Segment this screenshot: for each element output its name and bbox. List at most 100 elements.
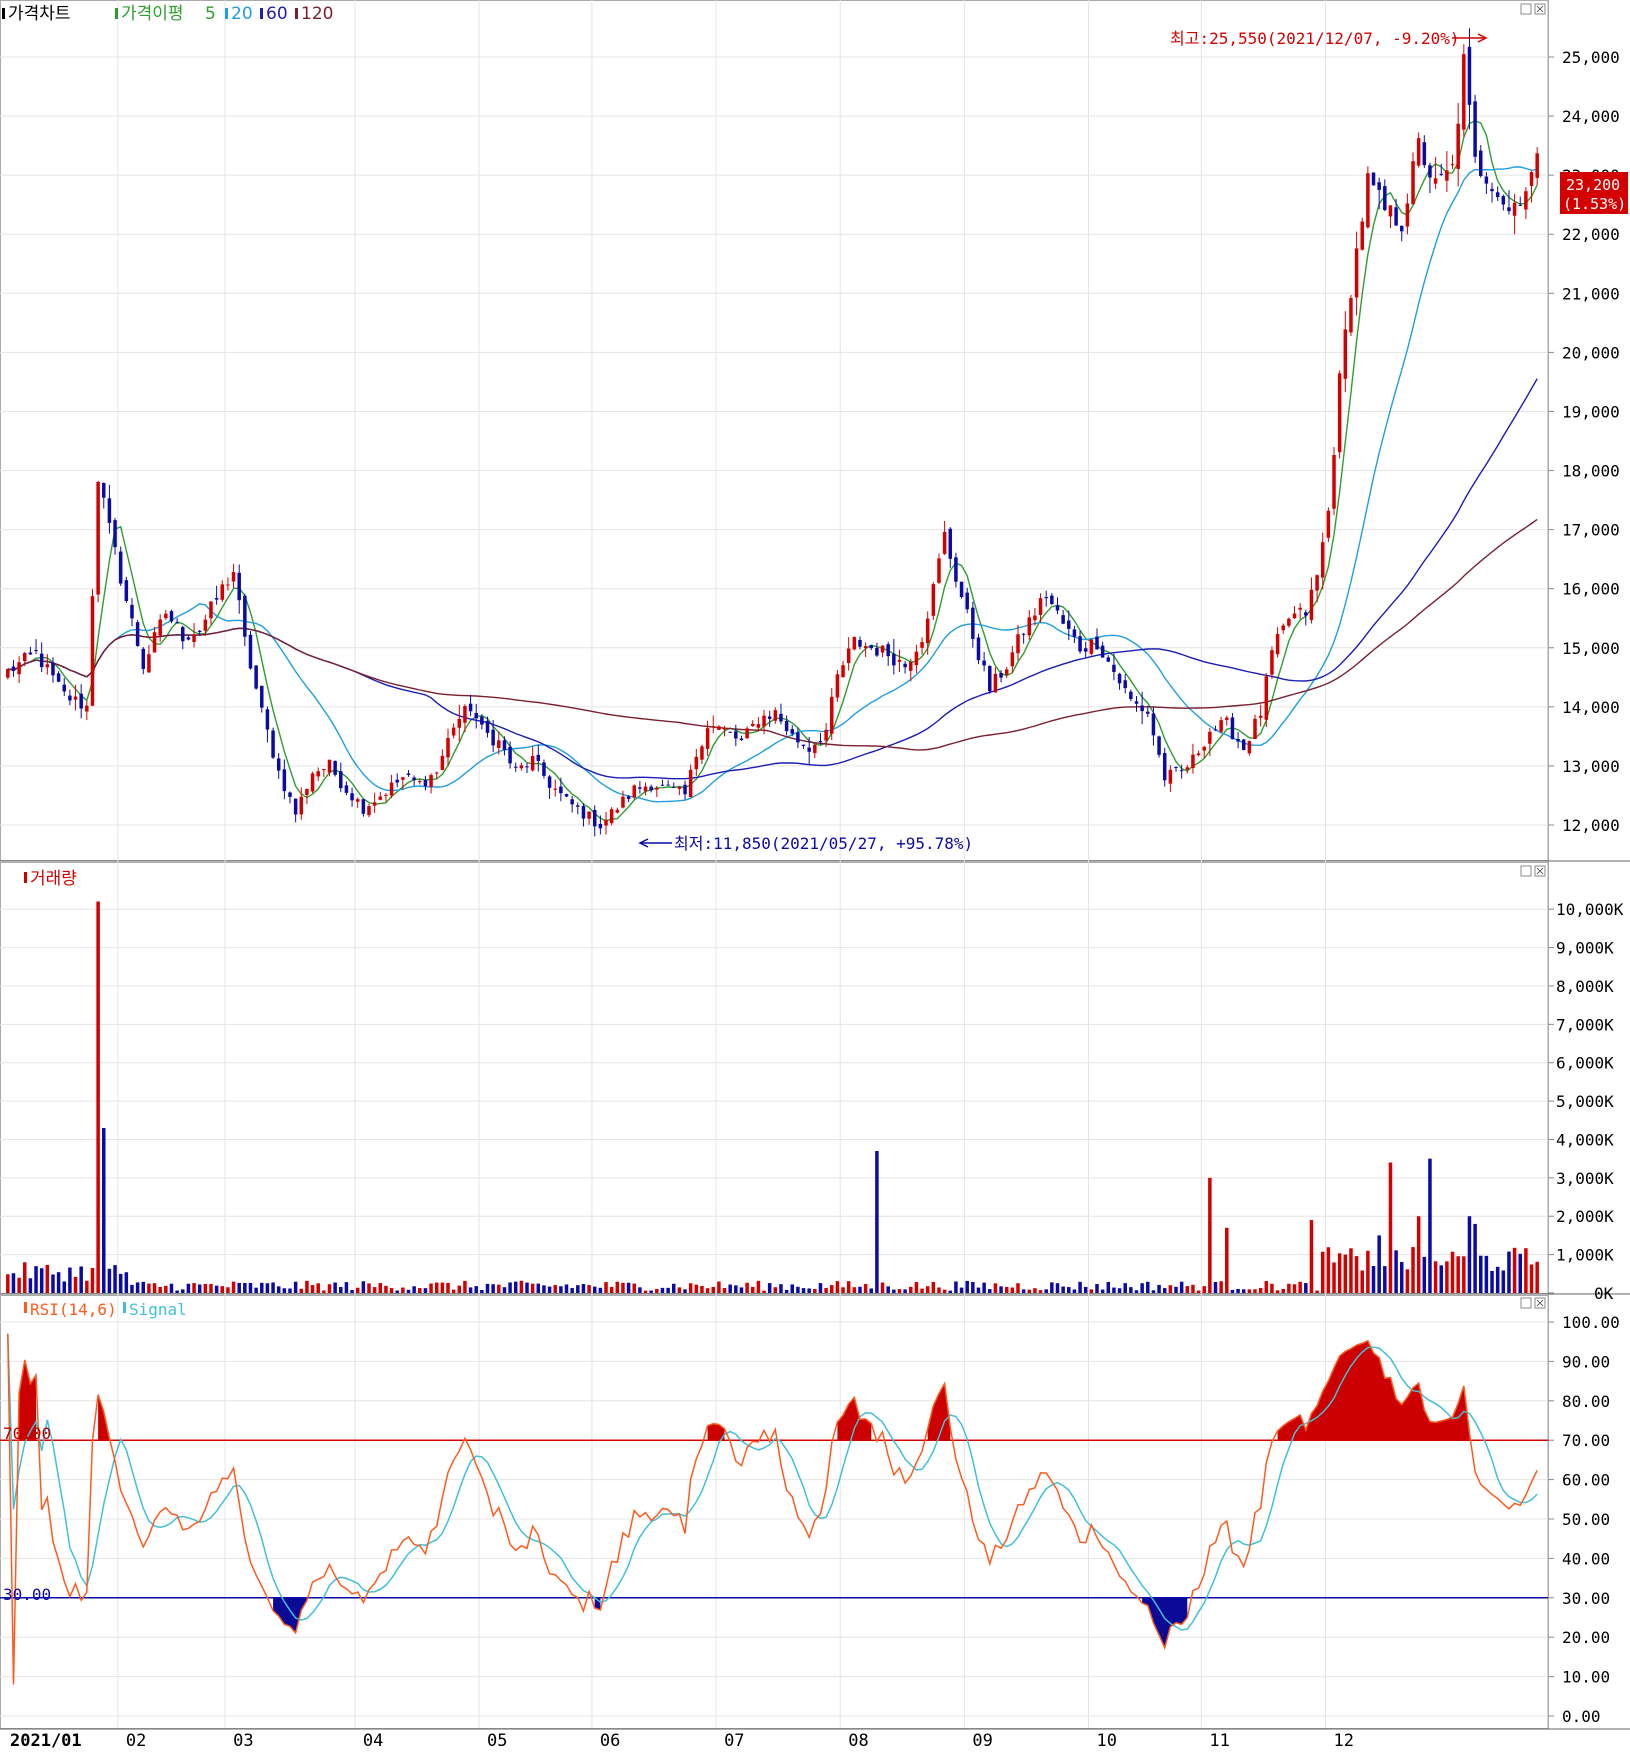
candle-body [1422,142,1427,166]
candle-body [937,558,941,583]
x-tick-label: 06 [600,1731,620,1751]
candle [260,685,264,713]
volume-bar [423,1288,428,1293]
volume-bar [1151,1290,1156,1293]
candle [942,520,947,556]
rsi-panel-buttons[interactable] [1520,1297,1546,1309]
stock-chart: 2021/01 02 03 04 05 06 07 08 09 10 11 12 12,000 13,00… [0,0,1630,1751]
candle [282,759,287,800]
volume-bar [750,1286,755,1293]
candle-body [705,728,710,749]
volume-bar [1383,1266,1387,1293]
price-tick-label: 15,000 [1562,639,1620,658]
rsi-line [7,1333,1538,1685]
candle [711,715,715,734]
candle [993,667,998,693]
volume-bar [1146,1281,1150,1293]
candle [1343,311,1348,393]
candle [79,684,83,719]
candle [310,771,315,794]
volume-bar [993,1283,998,1293]
volume-bar [1394,1250,1398,1293]
x-tick-label: 07 [724,1731,744,1751]
volume-bar [1388,1162,1393,1293]
volume-tick-label: 6,000K [1556,1054,1614,1073]
volume-bar [463,1280,467,1293]
candle-body [107,498,112,523]
volume-bar [1326,1247,1331,1293]
candle [1349,294,1353,337]
candle [1151,706,1156,746]
candle-body [118,551,123,584]
volume-bar [1016,1283,1020,1293]
price-panel-buttons[interactable] [1520,3,1546,15]
candle [559,777,563,802]
current-price-badge: 23,200 (1.53%) [1560,172,1628,214]
volume-bar [1467,1216,1472,1293]
volume-bar [1083,1286,1088,1293]
x-tick-label: 12 [1334,1731,1354,1751]
volume-bar [615,1281,620,1293]
volume-panel[interactable] [6,901,1539,1293]
candle-body [1439,173,1443,175]
candle-body [276,758,281,771]
volume-bar [11,1273,16,1293]
candle [1236,732,1240,749]
x-tick-label: 11 [1209,1731,1229,1751]
volume-bar [265,1283,270,1293]
candle [948,527,953,568]
candle-body [1044,597,1048,599]
candle-body [1332,455,1336,509]
candle [429,773,433,794]
rsi-tick-label: 70.00 [1562,1431,1610,1450]
candle [102,482,106,509]
volume-bar [327,1284,332,1293]
price-tick-label: 22,000 [1562,225,1620,244]
volume-bar [446,1282,450,1293]
volume-bar [395,1290,399,1293]
candle-body [367,806,371,816]
price-panel[interactable] [6,28,1539,837]
candle [1134,696,1139,712]
candle-body [813,744,817,754]
volume-tick-label: 5,000K [1556,1092,1614,1111]
maximize-button[interactable] [1520,1297,1532,1309]
price-tick-label: 13,000 [1562,757,1620,776]
maximize-button[interactable] [1520,3,1532,15]
candle [85,701,89,721]
candle [62,677,67,696]
price-tick-label: 18,000 [1562,462,1620,481]
volume-bar [1518,1253,1522,1293]
candle [316,767,320,781]
candle-body [914,651,919,666]
volume-bar [1377,1235,1381,1293]
volume-panel-buttons[interactable] [1520,865,1546,877]
maximize-button[interactable] [1520,865,1532,877]
candle-body [1016,634,1020,654]
candle [886,641,890,666]
candle-body [1512,202,1517,216]
candle [209,601,213,625]
candle [773,707,778,724]
volume-bar [502,1287,507,1293]
volume-bar [1490,1270,1494,1293]
candle-body [6,668,10,678]
volume-bar [1253,1289,1257,1293]
rsi-tick-label: 10.00 [1562,1668,1610,1687]
volume-bar [1478,1255,1483,1293]
volume-bar [130,1284,134,1293]
candle [660,779,665,786]
volume-bar [655,1288,659,1293]
volume-bar [1033,1288,1037,1293]
candle-body [378,796,383,800]
candle [576,802,580,815]
volume-bar [1061,1286,1065,1293]
candle-body [880,645,885,653]
candle [846,637,851,671]
candle [666,780,670,786]
candle-body [310,773,315,792]
volume-bar [1371,1265,1376,1293]
rsi-panel[interactable] [0,1333,1548,1685]
volume-bar [1366,1250,1370,1293]
candle [344,781,349,796]
